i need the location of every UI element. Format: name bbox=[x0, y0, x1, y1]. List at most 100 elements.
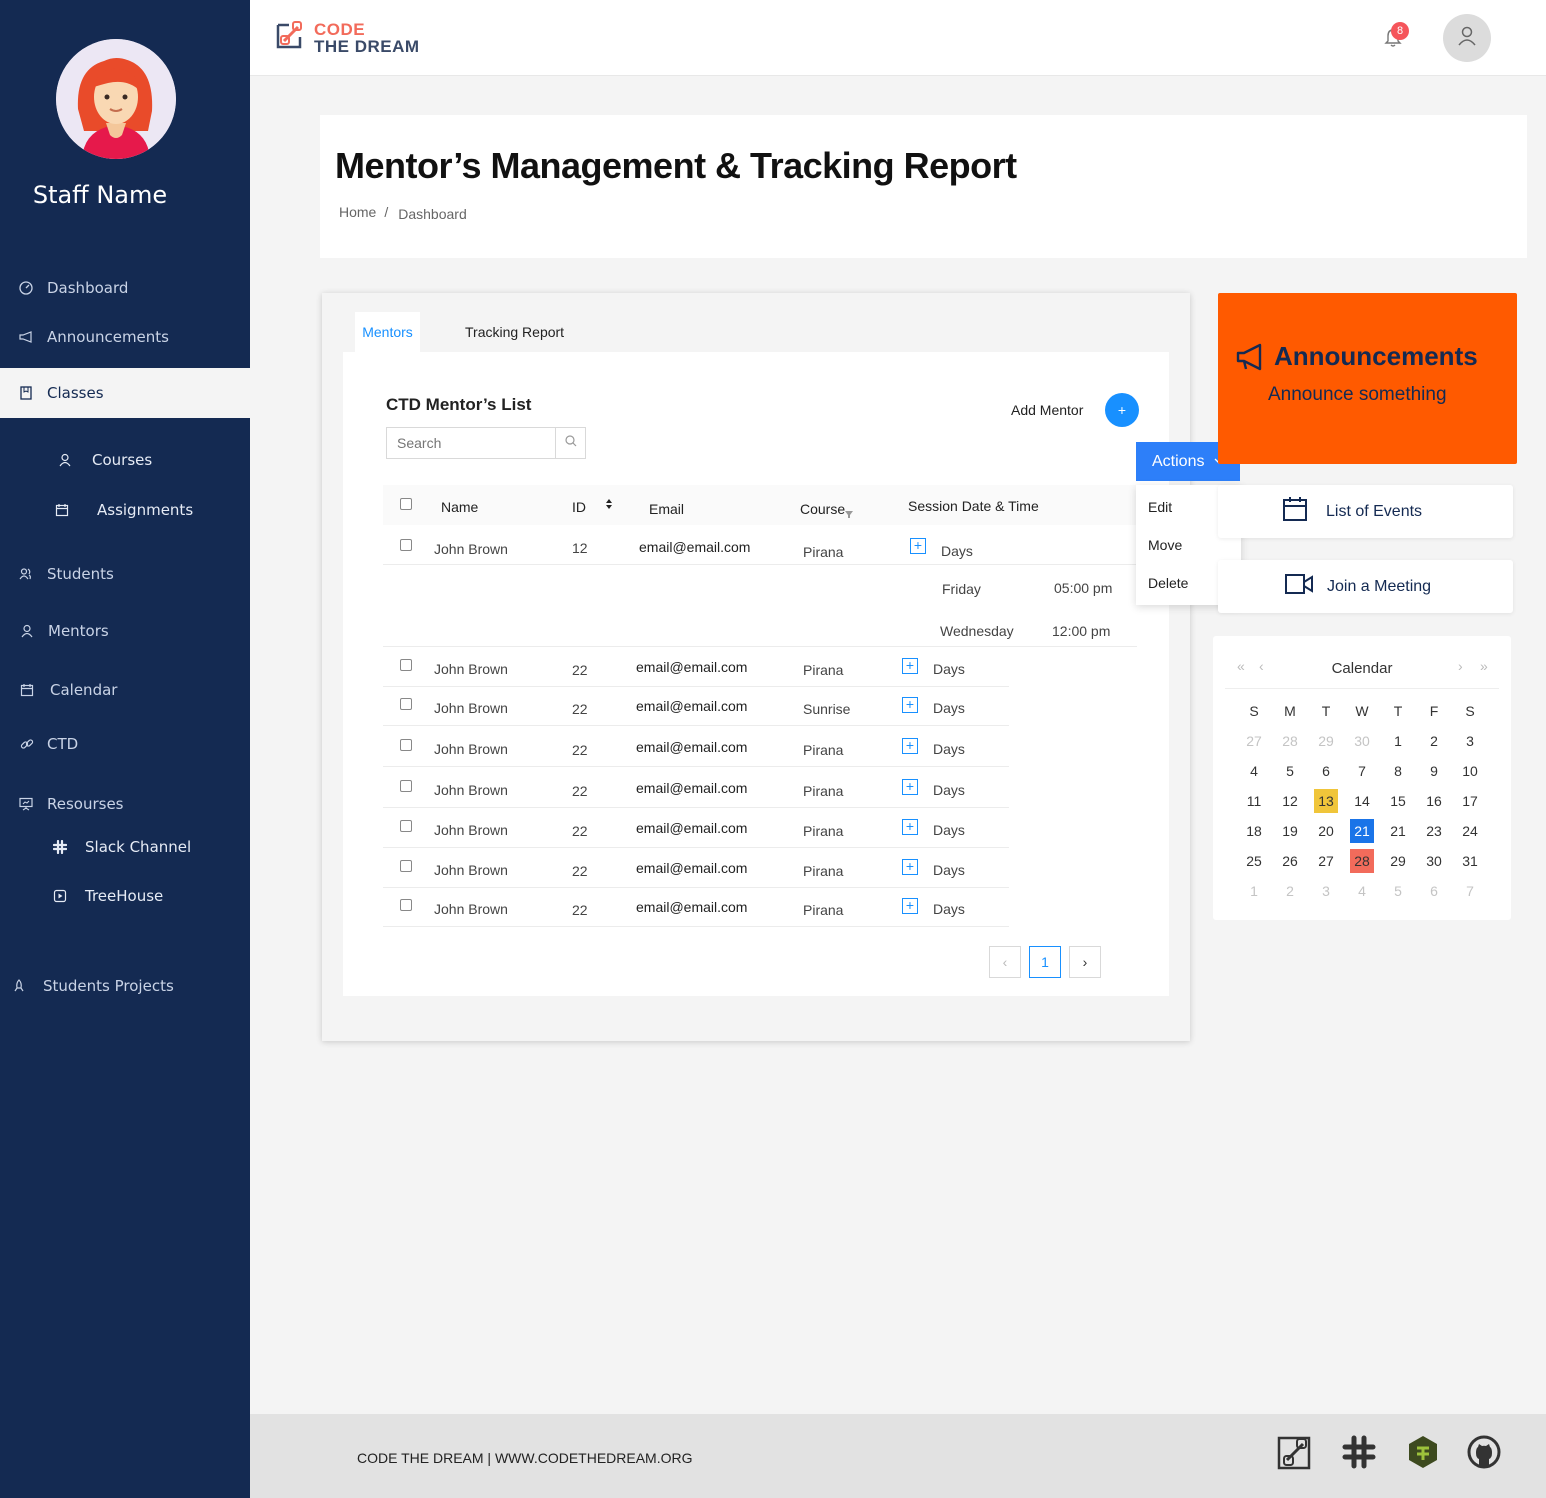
calendar-day[interactable]: 28 bbox=[1350, 849, 1374, 873]
calendar-day[interactable]: 15 bbox=[1386, 789, 1410, 813]
user-menu[interactable] bbox=[1443, 14, 1491, 62]
calendar-day[interactable]: 29 bbox=[1386, 849, 1410, 873]
nav-calendar[interactable]: Calendar bbox=[0, 673, 250, 707]
calendar-day[interactable]: 7 bbox=[1350, 759, 1374, 783]
search-button[interactable] bbox=[555, 428, 585, 458]
calendar-day[interactable]: 9 bbox=[1422, 759, 1446, 783]
row-checkbox[interactable] bbox=[400, 820, 412, 832]
nav-students[interactable]: Students bbox=[0, 557, 250, 591]
calendar-day[interactable]: 23 bbox=[1422, 819, 1446, 843]
calendar-day[interactable]: 4 bbox=[1242, 759, 1266, 783]
list-of-events-button[interactable]: List of Events bbox=[1218, 485, 1513, 538]
nav-ctd[interactable]: CTD bbox=[0, 727, 250, 761]
calendar-day[interactable]: 8 bbox=[1386, 759, 1410, 783]
expand-row-button[interactable]: + bbox=[910, 538, 926, 554]
expand-row-button[interactable]: + bbox=[902, 819, 918, 835]
calendar-day[interactable]: 29 bbox=[1314, 729, 1338, 753]
calendar-day[interactable]: 1 bbox=[1386, 729, 1410, 753]
menu-item-edit[interactable]: Edit bbox=[1148, 499, 1172, 515]
column-name[interactable]: Name bbox=[441, 499, 478, 515]
calendar-day[interactable]: 18 bbox=[1242, 819, 1266, 843]
row-checkbox[interactable] bbox=[400, 860, 412, 872]
calendar-day[interactable]: 20 bbox=[1314, 819, 1338, 843]
calendar-day[interactable]: 5 bbox=[1386, 879, 1410, 903]
calendar-day[interactable]: 6 bbox=[1314, 759, 1338, 783]
calendar-day[interactable]: 12 bbox=[1278, 789, 1302, 813]
nav-announcements[interactable]: Announcements bbox=[0, 320, 250, 354]
pagination-next[interactable]: › bbox=[1069, 946, 1101, 978]
calendar-day[interactable]: 2 bbox=[1422, 729, 1446, 753]
next-month-icon[interactable]: › bbox=[1458, 658, 1463, 674]
calendar-day[interactable]: 24 bbox=[1458, 819, 1482, 843]
nav-resourses[interactable]: Resourses bbox=[0, 787, 250, 821]
pagination-prev[interactable]: ‹ bbox=[989, 946, 1021, 978]
nav-courses[interactable]: Courses bbox=[0, 443, 250, 477]
calendar-day[interactable]: 25 bbox=[1242, 849, 1266, 873]
expand-row-button[interactable]: + bbox=[902, 898, 918, 914]
expand-row-button[interactable]: + bbox=[902, 697, 918, 713]
add-mentor-button[interactable]: + bbox=[1105, 393, 1139, 427]
select-all-checkbox[interactable] bbox=[400, 498, 412, 510]
ctd-logo[interactable]: CODE THE DREAM bbox=[275, 20, 420, 55]
calendar-day[interactable]: 28 bbox=[1278, 729, 1302, 753]
breadcrumb-home[interactable]: Home bbox=[339, 204, 376, 222]
expand-row-button[interactable]: + bbox=[902, 658, 918, 674]
nav-classes[interactable]: Classes bbox=[0, 368, 250, 418]
menu-item-delete[interactable]: Delete bbox=[1148, 575, 1188, 591]
calendar-day[interactable]: 21 bbox=[1386, 819, 1410, 843]
calendar-day[interactable]: 19 bbox=[1278, 819, 1302, 843]
breadcrumb-dashboard[interactable]: Dashboard bbox=[398, 206, 467, 222]
calendar-day[interactable]: 5 bbox=[1278, 759, 1302, 783]
column-id[interactable]: ID bbox=[572, 499, 586, 515]
nav-students-projects[interactable]: Students Projects bbox=[0, 969, 250, 1003]
join-meeting-button[interactable]: Join a Meeting bbox=[1218, 560, 1513, 613]
calendar-day[interactable]: 10 bbox=[1458, 759, 1482, 783]
calendar-day[interactable]: 11 bbox=[1242, 789, 1266, 813]
github-icon[interactable] bbox=[1466, 1434, 1502, 1470]
row-checkbox[interactable] bbox=[400, 739, 412, 751]
calendar-day[interactable]: 1 bbox=[1242, 879, 1266, 903]
nav-assignments[interactable]: Assignments bbox=[0, 493, 250, 527]
calendar-day[interactable]: 14 bbox=[1350, 789, 1374, 813]
row-checkbox[interactable] bbox=[400, 539, 412, 551]
calendar-day[interactable]: 13 bbox=[1314, 789, 1338, 813]
calendar-day[interactable]: 6 bbox=[1422, 879, 1446, 903]
nav-treehouse[interactable]: TreeHouse bbox=[0, 879, 250, 913]
menu-item-move[interactable]: Move bbox=[1148, 537, 1182, 553]
sort-icon[interactable] bbox=[605, 497, 613, 515]
row-checkbox[interactable] bbox=[400, 698, 412, 710]
expand-row-button[interactable]: + bbox=[902, 738, 918, 754]
slack-icon[interactable] bbox=[1341, 1434, 1377, 1470]
calendar-day[interactable]: 27 bbox=[1242, 729, 1266, 753]
expand-row-button[interactable]: + bbox=[902, 859, 918, 875]
row-checkbox[interactable] bbox=[400, 899, 412, 911]
tab-mentors[interactable]: Mentors bbox=[355, 312, 420, 352]
announcements-card[interactable]: Announcements Announce something bbox=[1218, 293, 1517, 464]
calendar-day[interactable]: 16 bbox=[1422, 789, 1446, 813]
pagination-page[interactable]: 1 bbox=[1029, 946, 1061, 978]
calendar-day[interactable]: 3 bbox=[1314, 879, 1338, 903]
calendar-day[interactable]: 21 bbox=[1350, 819, 1374, 843]
calendar-day[interactable]: 7 bbox=[1458, 879, 1482, 903]
row-checkbox[interactable] bbox=[400, 780, 412, 792]
expand-row-button[interactable]: + bbox=[902, 779, 918, 795]
calendar-day[interactable]: 3 bbox=[1458, 729, 1482, 753]
calendar-day[interactable]: 30 bbox=[1350, 729, 1374, 753]
nav-dashboard[interactable]: Dashboard bbox=[0, 271, 250, 305]
filter-icon[interactable] bbox=[845, 505, 853, 523]
nav-slack-channel[interactable]: Slack Channel bbox=[0, 830, 250, 864]
tab-tracking-report[interactable]: Tracking Report bbox=[465, 312, 564, 352]
calendar-day[interactable]: 17 bbox=[1458, 789, 1482, 813]
calendar-day[interactable]: 26 bbox=[1278, 849, 1302, 873]
calendar-day[interactable]: 4 bbox=[1350, 879, 1374, 903]
calendar-day[interactable]: 27 bbox=[1314, 849, 1338, 873]
ctd-logo-icon[interactable] bbox=[1277, 1434, 1313, 1470]
calendar-day[interactable]: 2 bbox=[1278, 879, 1302, 903]
column-course[interactable]: Course bbox=[800, 501, 845, 517]
search-input[interactable] bbox=[387, 428, 555, 458]
nav-mentors[interactable]: Mentors bbox=[0, 614, 250, 648]
next-year-icon[interactable]: » bbox=[1480, 658, 1488, 674]
calendar-day[interactable]: 31 bbox=[1458, 849, 1482, 873]
row-checkbox[interactable] bbox=[400, 659, 412, 671]
treehouse-icon[interactable] bbox=[1405, 1434, 1441, 1470]
